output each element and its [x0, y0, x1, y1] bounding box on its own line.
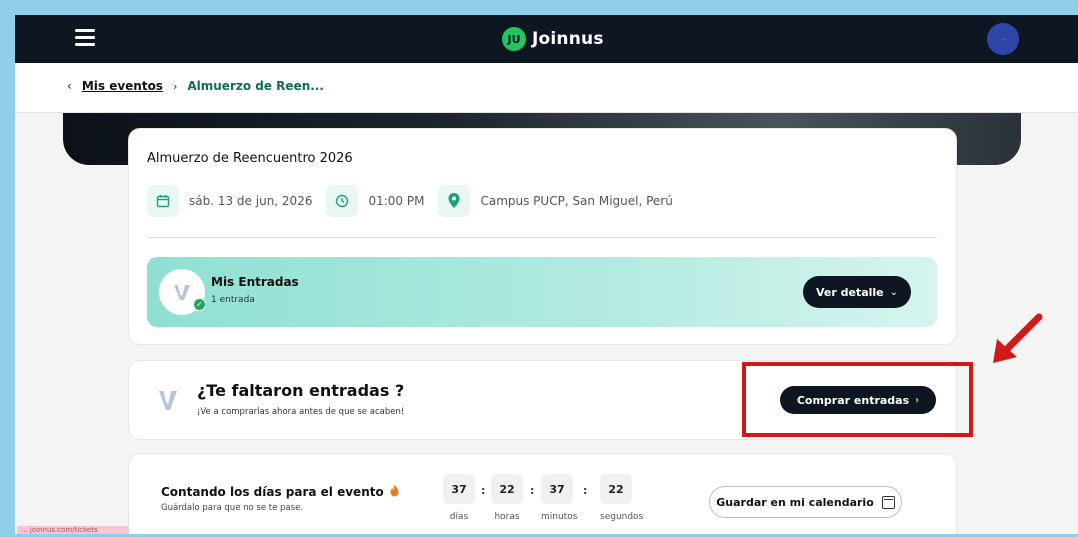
save-to-calendar-label: Guardar en mi calendario: [716, 495, 874, 509]
countdown-minutes: 37 minutos: [541, 474, 577, 522]
countdown-hours-value: 22: [491, 474, 523, 504]
buy-more-subtitle: ¡Ve a comprarlas ahora antes de que se a…: [197, 407, 405, 417]
my-tickets-title: Mis Entradas: [211, 275, 299, 289]
event-info-card: Almuerzo de Reencuentro 2026 sáb. 13 de …: [128, 128, 957, 345]
annotation-arrow-icon: [993, 313, 1043, 363]
calendar-add-icon: [881, 495, 895, 509]
check-icon: ✓: [193, 298, 206, 311]
event-title: Almuerzo de Reencuentro 2026: [147, 151, 353, 166]
countdown-seconds-value: 22: [600, 474, 632, 504]
user-avatar[interactable]: ⋯: [987, 23, 1019, 55]
countdown-title-text: Contando los días para el evento: [161, 485, 384, 499]
countdown-days: 37 días: [443, 474, 475, 522]
screenshot-frame: JU Joinnus ⋯ ‹ Mis eventos › Almuerzo de…: [0, 0, 1078, 537]
ver-detalle-label: Ver detalle: [815, 285, 884, 299]
countdown-hours-label: horas: [494, 512, 520, 522]
event-date: sáb. 13 de jun, 2026: [189, 194, 313, 208]
countdown-hours: 22 horas: [491, 474, 523, 522]
countdown-title: Contando los días para el evento: [161, 484, 400, 500]
top-navbar: JU Joinnus ⋯: [15, 15, 1078, 63]
countdown-card: Contando los días para el evento Guárdal…: [128, 453, 957, 534]
back-chevron-icon[interactable]: ‹: [67, 79, 72, 93]
logo-text: Joinnus: [532, 29, 604, 49]
browser-viewport: JU Joinnus ⋯ ‹ Mis eventos › Almuerzo de…: [15, 15, 1078, 534]
countdown-subtitle: Guárdalo para que no se te pase.: [161, 503, 303, 513]
countdown-days-label: días: [449, 512, 469, 522]
breadcrumb-mis-eventos[interactable]: Mis eventos: [82, 79, 163, 93]
calendar-icon: [147, 185, 179, 217]
breadcrumb-current: Almuerzo de Reen...: [187, 79, 324, 93]
countdown-colon: :: [530, 484, 535, 497]
avatar-label: ⋯: [1001, 36, 1005, 42]
logo-mark-icon: JU: [502, 27, 526, 51]
joinnus-logo[interactable]: JU Joinnus: [502, 26, 604, 52]
countdown-days-value: 37: [443, 474, 475, 504]
card-divider: [147, 237, 937, 238]
buy-more-title: ¿Te faltaron entradas ?: [197, 381, 405, 400]
clock-icon: [326, 185, 359, 217]
countdown-colon: :: [583, 484, 588, 497]
countdown-seconds: 22 segundos: [600, 474, 643, 522]
chevron-down-icon: ⌄: [889, 286, 899, 298]
ver-detalle-button[interactable]: Ver detalle ⌄: [803, 276, 911, 308]
location-pin-icon: [438, 185, 471, 217]
breadcrumb: ‹ Mis eventos › Almuerzo de Reen...: [67, 79, 324, 93]
my-tickets-count: 1 entrada: [211, 295, 255, 305]
menu-icon[interactable]: [75, 29, 95, 47]
event-meta-row: sáb. 13 de jun, 2026 01:00 PM Campus PUC…: [147, 185, 687, 217]
breadcrumb-bar: ‹ Mis eventos › Almuerzo de Reen...: [15, 63, 1078, 113]
countdown-seconds-label: segundos: [600, 512, 644, 522]
event-time: 01:00 PM: [368, 194, 425, 208]
countdown-colon: :: [481, 484, 486, 497]
ticket-brand-icon: [153, 381, 183, 419]
countdown-minutes-label: minutos: [541, 512, 578, 522]
my-tickets-panel: ✓ Mis Entradas 1 entrada Ver detalle ⌄: [147, 257, 937, 327]
save-to-calendar-button[interactable]: Guardar en mi calendario: [709, 486, 902, 518]
countdown-minutes-value: 37: [541, 474, 573, 504]
breadcrumb-separator-icon: ›: [172, 79, 178, 93]
annotation-highlight-box: [742, 362, 973, 437]
event-location: Campus PUCP, San Miguel, Perú: [480, 194, 673, 208]
fire-icon: [389, 484, 400, 500]
status-url-toast: ... joinnus.com/tickets: [17, 526, 129, 534]
